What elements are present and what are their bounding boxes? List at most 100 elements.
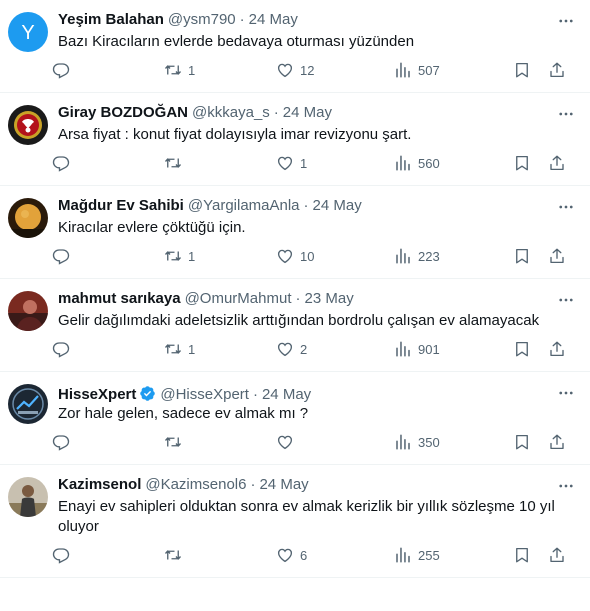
reply-button[interactable] bbox=[52, 432, 76, 452]
share-button[interactable] bbox=[548, 432, 566, 452]
like-button[interactable] bbox=[276, 432, 300, 452]
like-button[interactable]: 2 bbox=[276, 339, 307, 359]
author-handle[interactable]: @HisseXpert bbox=[160, 385, 249, 405]
bookmark-button[interactable] bbox=[513, 545, 531, 565]
views-button[interactable]: 223 bbox=[394, 246, 440, 266]
author-handle[interactable]: @Kazimsenol6 bbox=[145, 475, 246, 495]
reply-button[interactable] bbox=[52, 339, 76, 359]
bookmark-button[interactable] bbox=[513, 60, 531, 80]
author-handle[interactable]: @kkkaya_s bbox=[192, 103, 270, 123]
svg-text:Y: Y bbox=[21, 22, 34, 44]
separator-dot: · bbox=[273, 104, 279, 121]
author-name[interactable]: mahmut sarıkaya bbox=[58, 289, 181, 309]
retweet-button[interactable]: 1 bbox=[164, 60, 195, 80]
more-icon[interactable] bbox=[556, 105, 576, 123]
tweet-feed: Y Yeşim Balahan @ysm790 · 24 May Bazı Ki… bbox=[0, 0, 590, 611]
bookmark-icon bbox=[516, 434, 528, 450]
tweet-date[interactable]: 24 May bbox=[262, 385, 311, 405]
reply-icon bbox=[52, 435, 70, 451]
author-name[interactable]: Mağdur Ev Sahibi bbox=[58, 196, 184, 216]
tweet-date[interactable]: 23 May bbox=[305, 289, 354, 309]
like-button[interactable]: 12 bbox=[276, 60, 314, 80]
reply-button[interactable] bbox=[52, 60, 76, 80]
like-icon bbox=[277, 342, 293, 357]
reply-button[interactable] bbox=[52, 153, 76, 173]
views-icon bbox=[396, 547, 410, 563]
reply-button[interactable] bbox=[52, 545, 76, 565]
author-handle[interactable]: @OmurMahmut bbox=[185, 289, 292, 309]
bookmark-button[interactable] bbox=[513, 432, 531, 452]
views-button[interactable]: 560 bbox=[394, 153, 440, 173]
avatar[interactable] bbox=[8, 384, 48, 424]
share-icon bbox=[550, 248, 564, 264]
views-button[interactable]: 901 bbox=[394, 339, 440, 359]
tweet-text: Bazı Kiracıların evlerde bedavaya oturma… bbox=[58, 33, 415, 50]
tweet-text: Arsa fiyat : konut fiyat dolayısıyla ima… bbox=[58, 126, 412, 143]
tweet[interactable]: Kazimsenol @Kazimsenol6 · 24 May Enayi e… bbox=[0, 465, 590, 578]
more-icon[interactable] bbox=[556, 384, 576, 402]
bookmark-button[interactable] bbox=[513, 153, 531, 173]
like-icon bbox=[277, 435, 293, 450]
bookmark-icon bbox=[516, 155, 528, 171]
retweet-button[interactable] bbox=[164, 153, 188, 173]
avatar[interactable]: Y bbox=[8, 12, 48, 52]
share-icon bbox=[550, 547, 564, 563]
tweet-date[interactable]: 24 May bbox=[283, 103, 332, 123]
retweet-button[interactable]: 1 bbox=[164, 246, 195, 266]
more-icon[interactable] bbox=[556, 12, 576, 30]
like-count: 12 bbox=[300, 62, 315, 78]
author-name[interactable]: Yeşim Balahan bbox=[58, 10, 164, 30]
more-icon[interactable] bbox=[556, 291, 576, 309]
bookmark-button[interactable] bbox=[513, 246, 531, 266]
views-button[interactable]: 255 bbox=[394, 545, 440, 565]
author-handle[interactable]: @ysm790 bbox=[168, 10, 236, 30]
retweet-button[interactable] bbox=[164, 545, 188, 565]
author-name[interactable]: HisseXpert bbox=[58, 385, 136, 405]
share-button[interactable] bbox=[548, 545, 566, 565]
bookmark-button[interactable] bbox=[513, 339, 531, 359]
views-button[interactable]: 507 bbox=[394, 60, 440, 80]
reply-button[interactable] bbox=[52, 246, 76, 266]
views-icon bbox=[396, 155, 410, 171]
more-icon[interactable] bbox=[556, 477, 576, 495]
like-icon bbox=[277, 548, 293, 563]
verified-badge-icon bbox=[139, 385, 156, 402]
avatar[interactable] bbox=[8, 198, 48, 238]
retweet-button[interactable]: 1 bbox=[164, 339, 195, 359]
avatar[interactable] bbox=[8, 105, 48, 145]
share-icon bbox=[550, 434, 564, 450]
tweet-text: Enayi ev sahipleri olduktan sonra ev alm… bbox=[58, 498, 555, 535]
tweet[interactable]: Mağdur Ev Sahibi @YargilamaAnla · 24 May… bbox=[0, 186, 590, 279]
tweet-date[interactable]: 24 May bbox=[249, 10, 298, 30]
separator-dot: · bbox=[303, 197, 309, 214]
author-handle[interactable]: @YargilamaAnla bbox=[188, 196, 300, 216]
tweet-text: Gelir dağılımdaki adeletsizlik arttığınd… bbox=[58, 312, 540, 329]
retweet-button[interactable] bbox=[164, 432, 188, 452]
share-button[interactable] bbox=[548, 60, 566, 80]
like-count: 1 bbox=[300, 155, 308, 171]
tweet-actions: 6 255 bbox=[52, 537, 574, 577]
view-count: 507 bbox=[418, 62, 440, 78]
author-name[interactable]: Giray BOZDOĞAN bbox=[58, 103, 188, 123]
author-name[interactable]: Kazimsenol bbox=[58, 475, 141, 495]
tweet-text: Kiracılar evlere çöktüğü için. bbox=[58, 219, 246, 236]
tweet-date[interactable]: 24 May bbox=[259, 475, 308, 495]
more-icon[interactable] bbox=[556, 198, 576, 216]
retweet-icon bbox=[164, 158, 182, 168]
like-button[interactable]: 6 bbox=[276, 545, 307, 565]
tweet[interactable]: Giray BOZDOĞAN @kkkaya_s · 24 May Arsa f… bbox=[0, 93, 590, 186]
tweet-date[interactable]: 24 May bbox=[313, 196, 362, 216]
avatar[interactable] bbox=[8, 477, 48, 517]
views-icon bbox=[396, 341, 410, 357]
tweet[interactable]: HisseXpert @HisseXpert · 24 May Zor hale… bbox=[0, 372, 590, 465]
like-button[interactable]: 10 bbox=[276, 246, 314, 266]
like-icon bbox=[277, 63, 293, 78]
share-button[interactable] bbox=[548, 339, 566, 359]
tweet[interactable]: Y Yeşim Balahan @ysm790 · 24 May Bazı Ki… bbox=[0, 0, 590, 93]
share-button[interactable] bbox=[548, 153, 566, 173]
tweet[interactable]: mahmut sarıkaya @OmurMahmut · 23 May Gel… bbox=[0, 279, 590, 372]
avatar[interactable] bbox=[8, 291, 48, 331]
views-button[interactable]: 350 bbox=[394, 432, 440, 452]
share-button[interactable] bbox=[548, 246, 566, 266]
like-button[interactable]: 1 bbox=[276, 153, 307, 173]
